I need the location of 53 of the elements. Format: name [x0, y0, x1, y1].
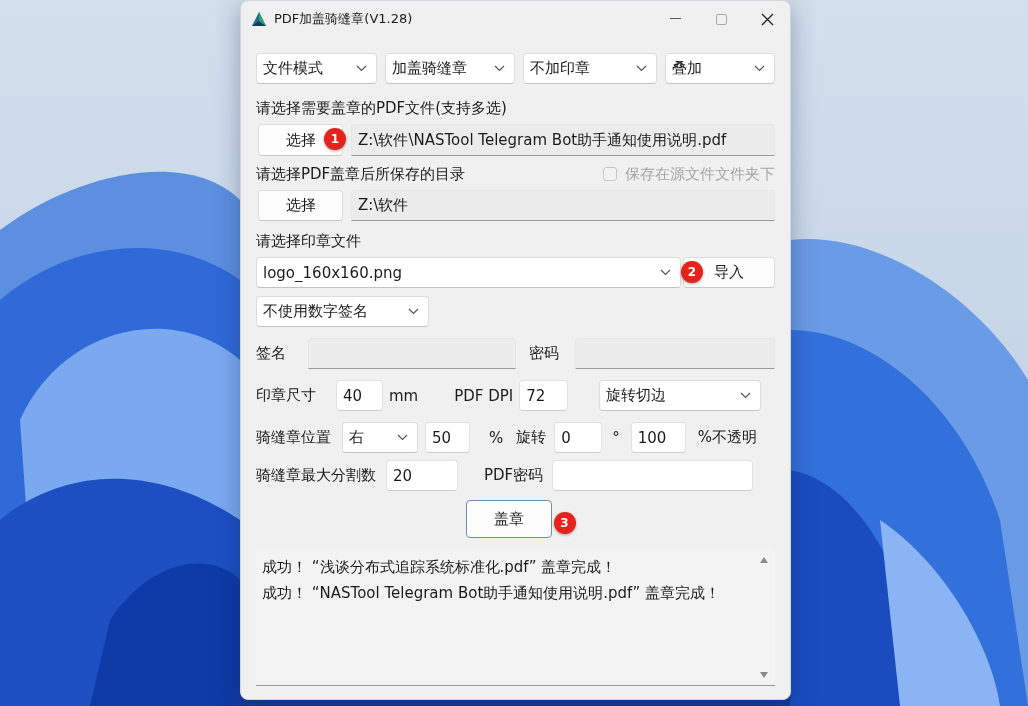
input-field[interactable]	[308, 338, 516, 369]
field-label: 签名	[256, 344, 286, 363]
input-field[interactable]: 20	[386, 460, 458, 491]
dropdown[interactable]: 右	[342, 422, 418, 453]
chevron-down-icon	[660, 269, 671, 276]
input-field[interactable]: 0	[554, 422, 603, 453]
field-label: 密码	[529, 344, 559, 363]
dropdown[interactable]: 旋转切边	[599, 380, 762, 411]
dropdown[interactable]: 加盖骑缝章	[385, 53, 515, 84]
log-line: 成功！ “NASTool Telegram Bot助手通知使用说明.pdf” 盖章完成！	[262, 583, 721, 604]
section-label: 请选择PDF盖章后所保存的目录	[256, 164, 466, 184]
input-field[interactable]: Z:\软件	[351, 190, 775, 221]
input-field[interactable]: 100	[630, 422, 686, 453]
dropdown[interactable]: logo_160x160.png	[256, 257, 681, 288]
step-badge: 3	[553, 512, 576, 534]
field-label: %	[489, 428, 504, 447]
field-label: 印章尺寸	[256, 386, 316, 405]
chevron-down-icon	[754, 65, 765, 72]
dropdown[interactable]: 不使用数字签名	[256, 296, 429, 327]
section-label: 请选择印章文件	[256, 231, 361, 251]
input-field[interactable]	[575, 338, 775, 369]
dropdown[interactable]: 文件模式	[256, 53, 377, 84]
chevron-down-icon	[636, 65, 647, 72]
app-logo-icon	[250, 10, 268, 28]
input-field[interactable]: Z:\软件\NASTool Telegram Bot助手通知使用说明.pdf	[351, 124, 775, 156]
checkbox-label: 保存在源文件文件夹下	[625, 164, 775, 184]
field-label: PDF DPI	[454, 386, 514, 405]
field-label: °	[612, 428, 620, 447]
step-badge: 2	[681, 261, 703, 283]
select-button[interactable]: 选择	[258, 190, 343, 221]
dropdown[interactable]: 不加印章	[523, 53, 657, 84]
input-field[interactable]	[552, 460, 754, 491]
chevron-down-icon	[740, 392, 752, 399]
scroll-up-icon[interactable]	[759, 556, 769, 564]
chevron-down-icon	[494, 65, 505, 72]
dropdown[interactable]: 叠加	[665, 53, 775, 84]
field-label: 骑缝章最大分割数	[256, 466, 376, 485]
field-label: PDF密码	[484, 466, 544, 485]
field-label: 骑缝章位置	[256, 428, 331, 447]
field-label: %不透明	[697, 428, 758, 447]
chevron-down-icon	[397, 434, 408, 441]
chevron-down-icon	[356, 65, 367, 72]
scroll-down-icon[interactable]	[759, 671, 769, 679]
input-field[interactable]: 50	[425, 422, 470, 453]
field-label: 旋转	[516, 428, 547, 447]
field-label: mm	[389, 386, 419, 405]
log-line: 成功！ “浅谈分布式追踪系统标准化.pdf” 盖章完成！	[262, 557, 618, 578]
window-title: PDF加盖骑缝章(V1.28)	[274, 10, 414, 28]
chevron-down-icon	[408, 308, 419, 315]
stamp-button[interactable]: 盖章	[465, 500, 552, 538]
input-field[interactable]: 40	[336, 380, 383, 411]
section-label: 请选择需要盖章的PDF文件(支持多选)	[256, 98, 507, 118]
input-field[interactable]: 72	[519, 380, 569, 411]
